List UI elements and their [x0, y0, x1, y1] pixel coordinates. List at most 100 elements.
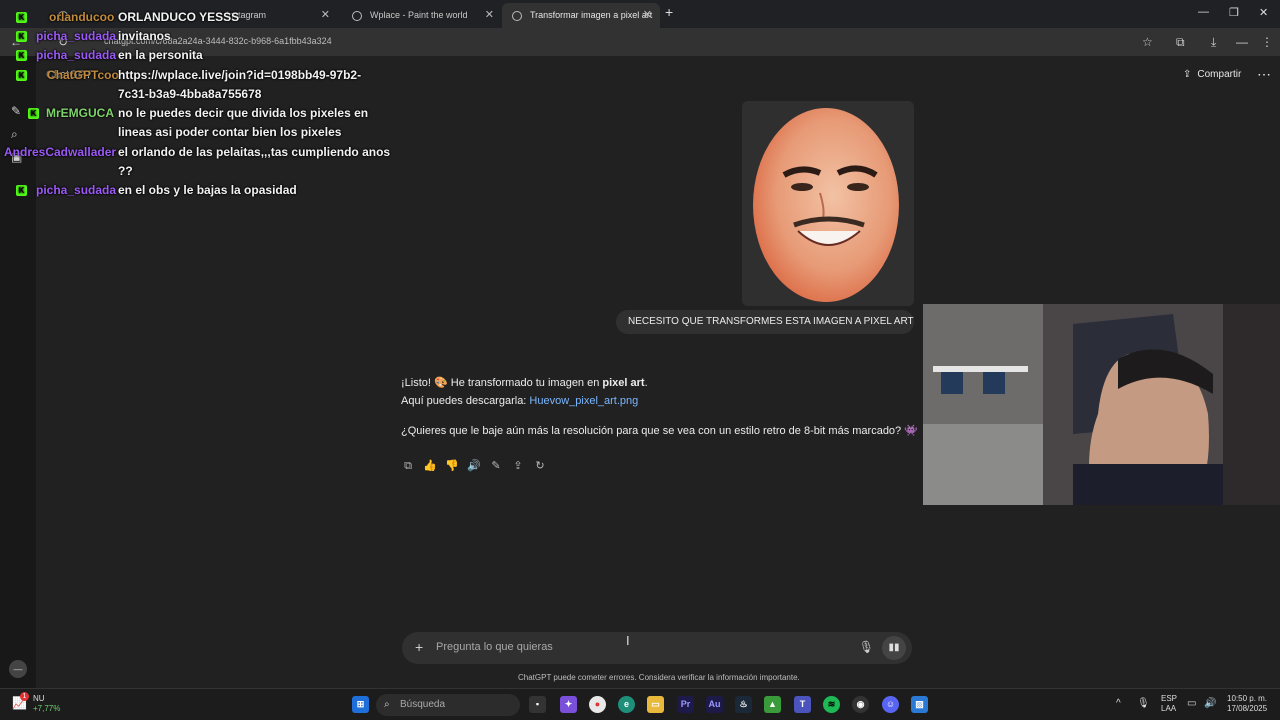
egg-face-image: [753, 108, 899, 302]
kick-badge-icon: K: [16, 12, 27, 23]
steam-icon[interactable]: ♨: [735, 696, 752, 713]
chatgpt-icon: [512, 11, 522, 21]
copy-icon[interactable]: ⧉: [401, 459, 415, 473]
taskbar: 📈 1 NU +7,77% ⊞ ⌕ Búsqueda ▪ ✦ ● e ▭ Pr …: [0, 688, 1280, 720]
chat-text: https://wplace.live/join?id=0198bb49-97b…: [118, 68, 362, 82]
browser-menu-icon[interactable]: ⋮: [1261, 35, 1273, 49]
taskbar-search[interactable]: ⌕ Búsqueda: [376, 694, 520, 716]
search-icon: ⌕: [384, 699, 390, 710]
obs-icon[interactable]: ◉: [852, 696, 869, 713]
chat-message: K picha_sudada en el obs y le bajas la o…: [16, 183, 416, 199]
keyboard-label: LAA: [1161, 704, 1177, 713]
text-cursor-icon: Ι: [626, 633, 630, 648]
teams-icon[interactable]: T: [794, 696, 811, 713]
audition-icon[interactable]: Au: [706, 696, 723, 713]
webcam-overlay: [923, 304, 1280, 505]
copilot-icon[interactable]: ✦: [560, 696, 577, 713]
edge-icon[interactable]: e: [618, 696, 635, 713]
language-label: ESP: [1161, 694, 1178, 703]
plus-icon[interactable]: +: [415, 639, 423, 655]
assistant-reply-line1: ¡Listo! 🎨 He transformado tu imagen en p…: [401, 376, 648, 389]
task-view-icon[interactable]: ▪: [529, 696, 546, 713]
maximize-button[interactable]: ❐: [1229, 6, 1239, 19]
chat-username: ChatGPTcoo: [47, 68, 119, 82]
thumbs-down-icon[interactable]: 👎: [445, 459, 459, 473]
chat-username: picha_sudada: [36, 183, 117, 197]
share-label: Compartir: [1197, 69, 1242, 80]
download-icon[interactable]: ⤓: [1211, 35, 1216, 50]
chat-username: MrEMGUCA: [46, 106, 114, 120]
spotify-icon[interactable]: ≋: [823, 696, 840, 713]
regenerate-icon[interactable]: ↻: [533, 459, 547, 473]
chat-text-continued: ??: [118, 164, 133, 178]
tray-overflow-icon[interactable]: ^: [1116, 698, 1121, 709]
chat-text: en la personita: [118, 48, 203, 62]
extensions-icon[interactable]: ⧉: [1176, 35, 1185, 50]
chat-text: no le puedes decir que divida los pixele…: [118, 106, 369, 120]
search-label: Búsqueda: [400, 699, 446, 710]
minimize-ui-icon[interactable]: —: [1236, 35, 1248, 49]
microphone-icon[interactable]: 🎙: [859, 640, 874, 654]
tab-chatgpt[interactable]: Transformar imagen a pixel art ✕: [502, 3, 660, 28]
disclaimer-text: ChatGPT puede cometer errores. Considera…: [518, 673, 800, 682]
reply-text: Aquí puedes descargarla:: [401, 395, 530, 407]
volume-icon[interactable]: 🔊: [1204, 698, 1216, 709]
weather-widget[interactable]: NU +7,77%: [33, 694, 60, 714]
game-launcher-icon[interactable]: ▲: [764, 696, 781, 713]
uploaded-image[interactable]: [742, 101, 914, 306]
discord-icon[interactable]: ☺: [882, 696, 899, 713]
kick-badge-icon: K: [16, 31, 27, 42]
chrome-icon[interactable]: ●: [589, 696, 606, 713]
account-avatar[interactable]: —: [9, 660, 27, 678]
chat-message: K MrEMGUCA no le puedes decir que divida…: [16, 106, 416, 142]
chat-message: K orlanducoo ORLANDUCO YESSS: [16, 10, 416, 26]
date-label: 17/08/2025: [1227, 704, 1268, 713]
download-link[interactable]: Huevow_pixel_art.png: [529, 395, 638, 407]
new-tab-button[interactable]: +: [665, 4, 673, 20]
reply-bold-text: pixel art: [602, 377, 645, 389]
close-tab-icon[interactable]: ✕: [485, 3, 494, 28]
chat-text: el orlando de las pelaitas,,,tas cumplie…: [118, 145, 391, 159]
voice-mode-button[interactable]: ▮▮: [882, 636, 906, 660]
kick-badge-icon: K: [16, 185, 27, 196]
message-actions: ⧉ 👍 👎 🔊 ✎ ⇪ ↻: [401, 459, 547, 473]
close-window-button[interactable]: ✕: [1259, 6, 1268, 19]
prompt-box[interactable]: + Pregunta lo que quieras 🎙 ▮▮: [402, 632, 912, 664]
photos-icon[interactable]: ▨: [911, 696, 928, 713]
speaker-icon[interactable]: 🔊: [467, 459, 481, 473]
share-icon[interactable]: ⇪: [511, 459, 525, 473]
chat-message: K ChatGPTcoo https://wplace.live/join?id…: [16, 68, 416, 104]
more-options-button[interactable]: ⋯: [1257, 66, 1271, 83]
reply-text: ¡Listo! 🎨 He transformado tu imagen en: [401, 377, 603, 389]
chat-text: invitanos: [118, 29, 171, 43]
tab-label: Transformar imagen a pixel art: [530, 10, 653, 20]
thumbs-up-icon[interactable]: 👍: [423, 459, 437, 473]
chat-username: orlanducoo: [49, 10, 115, 24]
kick-badge-icon: K: [16, 70, 27, 81]
chat-username: picha_sudada: [36, 29, 117, 43]
clock[interactable]: 10:50 p. m. 17/08/2025: [1227, 694, 1267, 714]
windows-start-icon[interactable]: ⊞: [352, 696, 369, 713]
premiere-pro-icon[interactable]: Pr: [677, 696, 694, 713]
webcam-feed: [923, 304, 1280, 505]
microphone-tray-icon[interactable]: 🎙: [1137, 698, 1150, 709]
edit-icon[interactable]: ✎: [489, 459, 503, 473]
language-indicator[interactable]: ESP LAA: [1161, 694, 1177, 714]
weather-change: +7,77%: [33, 704, 61, 713]
close-tab-icon[interactable]: ✕: [643, 3, 652, 28]
prompt-input[interactable]: Pregunta lo que quieras: [436, 641, 553, 653]
network-icon[interactable]: ▭: [1187, 698, 1196, 709]
kick-badge-icon: K: [28, 108, 39, 119]
kick-badge-icon: K: [16, 50, 27, 61]
share-icon: ⇪: [1183, 69, 1192, 80]
weather-label: NU: [33, 694, 45, 703]
user-message-bubble: NECESITO QUE TRANSFORMES ESTA IMAGEN A P…: [616, 310, 914, 334]
share-button[interactable]: ⇪ Compartir: [1183, 69, 1241, 80]
file-explorer-icon[interactable]: ▭: [647, 696, 664, 713]
chat-text: en el obs y le bajas la opasidad: [118, 183, 297, 197]
bookmark-star-icon[interactable]: ☆: [1142, 35, 1153, 49]
assistant-reply-line2: Aquí puedes descargarla: Huevow_pixel_ar…: [401, 395, 638, 407]
assistant-reply-line3: ¿Quieres que le baje aún más la resoluci…: [401, 425, 918, 437]
chat-username: AndresCadwallader: [4, 145, 117, 159]
minimize-button[interactable]: —: [1198, 6, 1209, 18]
